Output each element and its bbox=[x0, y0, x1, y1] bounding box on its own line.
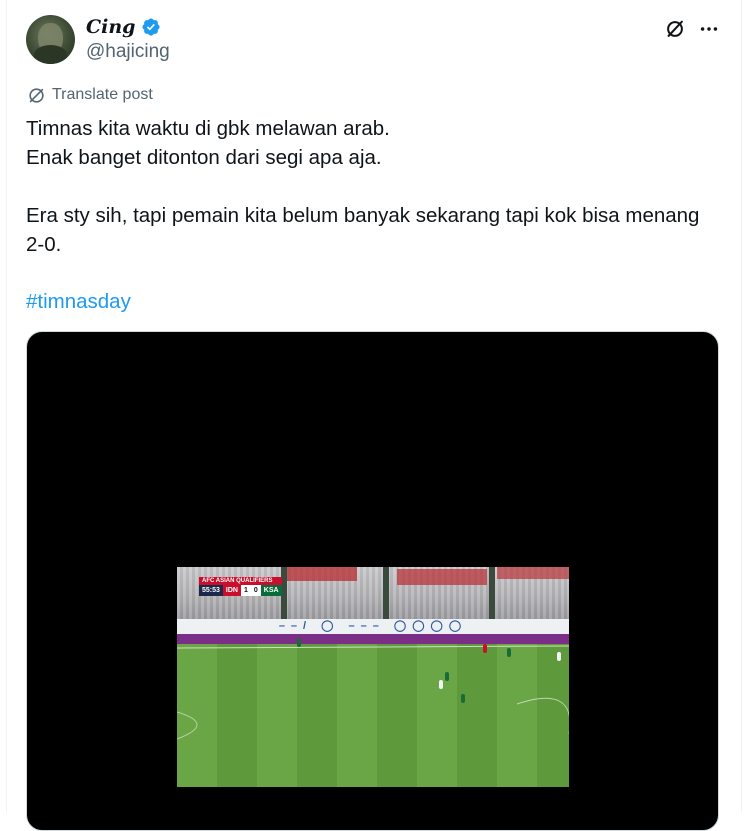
match-clock: 55:53 bbox=[199, 585, 223, 596]
display-name[interactable]: Cing bbox=[86, 16, 135, 38]
tweet-text: Timnas kita waktu di gbk melawan arab. E… bbox=[26, 114, 716, 259]
video-player[interactable]: ––/ ◯ ––– ◯◯◯◯ AFC ASIAN QUALIFIERS 55:5… bbox=[26, 331, 719, 831]
translate-post-label[interactable]: Translate post bbox=[52, 84, 153, 106]
football-pitch bbox=[177, 638, 569, 787]
timeline-border-left bbox=[6, 0, 7, 812]
verified-badge-icon bbox=[142, 18, 160, 36]
player bbox=[507, 648, 511, 657]
player bbox=[557, 652, 561, 661]
more-horizontal-icon bbox=[700, 27, 718, 31]
grok-button[interactable] bbox=[662, 16, 688, 42]
player bbox=[483, 644, 487, 653]
author-name-row[interactable]: Cing bbox=[86, 16, 161, 38]
globe-translate-icon bbox=[29, 87, 44, 103]
advertising-board: ––/ ◯ ––– ◯◯◯◯ bbox=[177, 619, 569, 634]
author-handle[interactable]: @hajicing bbox=[86, 40, 170, 64]
hashtag-link[interactable]: #timnasday bbox=[26, 287, 131, 317]
scoreboard-overlay: AFC ASIAN QUALIFIERS 55:53 IDN 1 0 KSA bbox=[199, 577, 282, 596]
advertising-strip bbox=[177, 634, 569, 644]
tweet-text-line: Timnas kita waktu di gbk melawan arab. bbox=[26, 117, 390, 140]
player bbox=[461, 694, 465, 703]
more-options-button[interactable] bbox=[696, 16, 722, 42]
away-score: 0 bbox=[250, 585, 261, 596]
competition-label: AFC ASIAN QUALIFIERS bbox=[199, 577, 282, 585]
tweet-text-line: Enak banget ditonton dari segi apa aja. bbox=[26, 146, 382, 169]
pitch-markings bbox=[177, 645, 569, 740]
player bbox=[445, 672, 449, 681]
avatar[interactable] bbox=[26, 15, 75, 64]
player bbox=[439, 680, 443, 689]
video-frame[interactable]: ––/ ◯ ––– ◯◯◯◯ AFC ASIAN QUALIFIERS 55:5… bbox=[177, 567, 569, 787]
player bbox=[297, 638, 301, 647]
away-team: KSA bbox=[260, 585, 282, 596]
home-score: 1 bbox=[240, 585, 251, 596]
grok-icon bbox=[667, 20, 683, 37]
home-team: IDN bbox=[222, 585, 241, 596]
translate-post-link[interactable]: Translate post bbox=[27, 84, 153, 106]
timeline-border-right bbox=[741, 0, 742, 812]
tweet-text-line: Era sty sih, tapi pemain kita belum bany… bbox=[26, 204, 700, 256]
